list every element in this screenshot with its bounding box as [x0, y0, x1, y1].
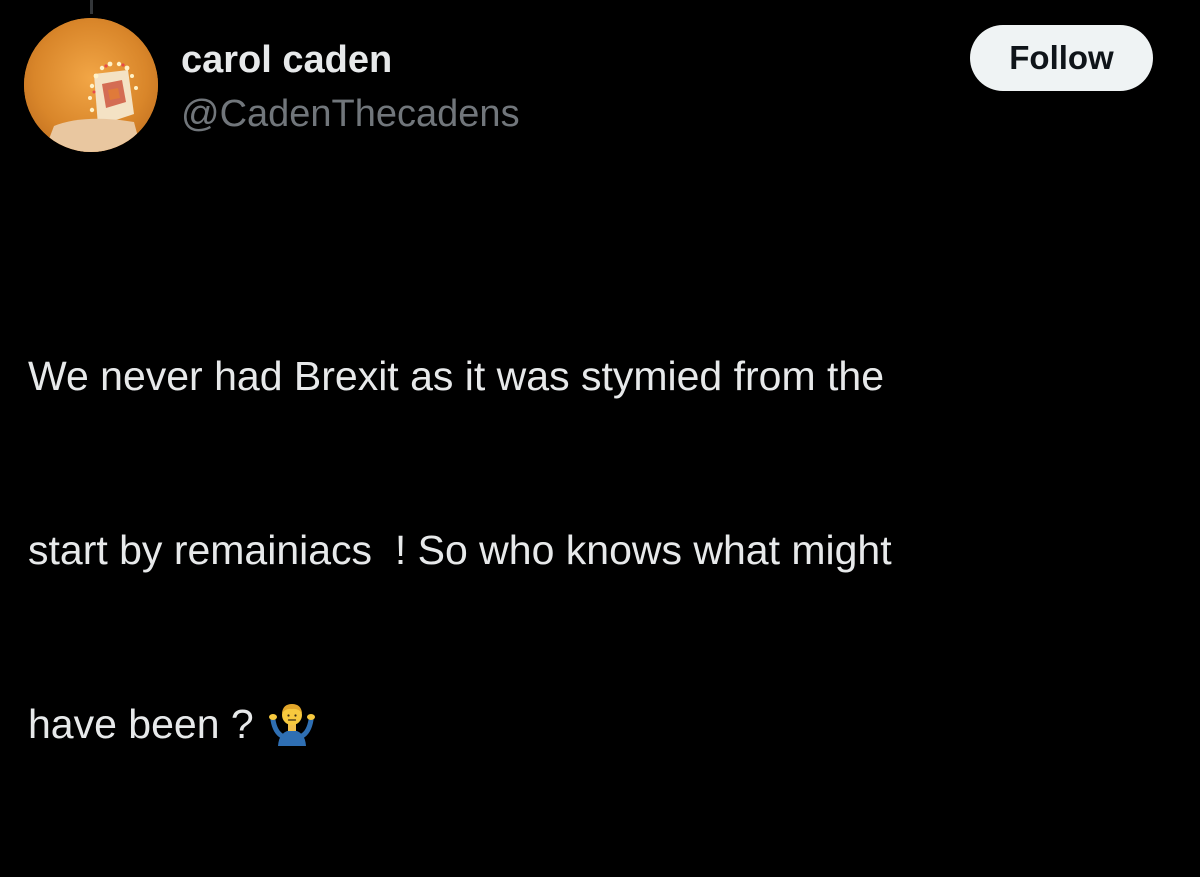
thread-connector-line [90, 0, 93, 14]
tweet-text-line: have been ? [28, 695, 1178, 761]
user-handle[interactable]: @CadenThecadens [181, 92, 520, 136]
tweet-text-line-content: have been ? [28, 701, 266, 747]
user-info: carol caden @CadenThecadens [181, 38, 520, 136]
avatar-image [24, 18, 158, 152]
follow-button[interactable]: Follow [970, 25, 1153, 91]
tweet-card: carol caden @CadenThecadens Follow We ne… [0, 0, 1200, 747]
tweet-text: We never had Brexit as it was stymied fr… [28, 231, 1178, 877]
person-shrugging-emoji-icon [269, 700, 316, 761]
tweet-text-line: start by remainiacs ! So who knows what … [28, 527, 892, 573]
tweet-text-line: We never had Brexit as it was stymied fr… [28, 353, 885, 399]
avatar[interactable] [24, 18, 158, 152]
display-name[interactable]: carol caden [181, 38, 520, 82]
